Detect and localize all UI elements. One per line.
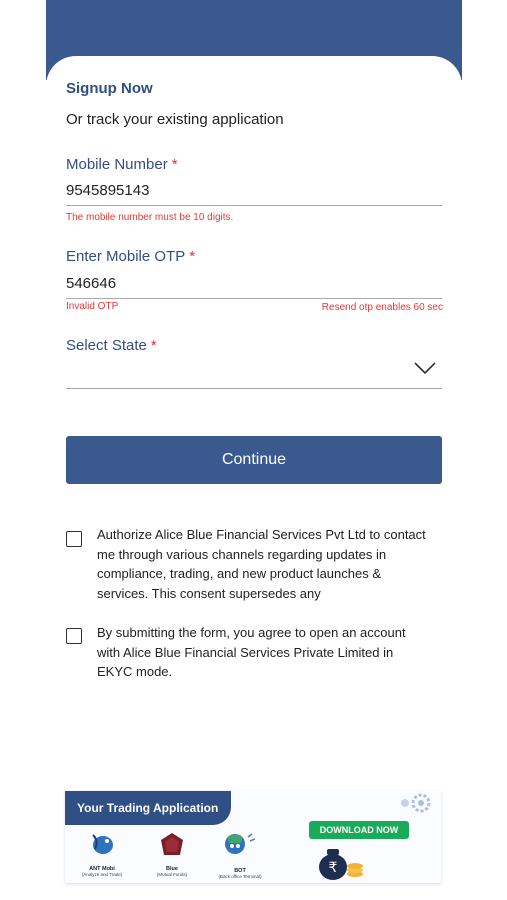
signup-title: Signup Now xyxy=(66,80,153,97)
mobile-number-input[interactable]: 9545895143 xyxy=(66,182,442,206)
banner-title: Your Trading Application xyxy=(65,791,231,825)
required-asterisk: * xyxy=(189,248,196,265)
select-state-label: Select State * xyxy=(66,337,157,354)
continue-button[interactable]: Continue xyxy=(66,436,442,484)
otp-input[interactable]: 546646 xyxy=(66,275,442,299)
otp-label: Enter Mobile OTP * xyxy=(66,248,195,265)
app-blue: Blue (Mutual Funds) xyxy=(137,831,207,877)
mobile-number-label-text: Mobile Number xyxy=(66,156,168,173)
consent-text-ekyc: By submitting the form, you agree to ope… xyxy=(97,625,406,679)
consent-checkbox-ekyc[interactable] xyxy=(66,628,82,644)
mobile-number-error: The mobile number must be 10 digits. xyxy=(66,212,234,223)
chevron-down-icon[interactable] xyxy=(413,360,437,376)
download-now-button[interactable]: DOWNLOAD NOW xyxy=(309,821,409,839)
required-asterisk: * xyxy=(171,156,178,173)
gear-icon xyxy=(401,793,431,813)
app-sub: (Back office Terminal) xyxy=(218,874,262,879)
mobile-number-label: Mobile Number * xyxy=(66,156,178,173)
bot-icon xyxy=(225,833,256,854)
trading-app-banner[interactable]: Your Trading Application ANT Mobi (Analy… xyxy=(65,791,441,883)
app-bot: BOT (Back office Terminal) xyxy=(205,831,275,879)
app-sub: (Analyze and Trade) xyxy=(81,872,123,877)
rupee-symbol: ₹ xyxy=(329,860,338,876)
track-application-link[interactable]: Or track your existing application xyxy=(66,111,284,128)
select-state-label-text: Select State xyxy=(66,337,147,354)
otp-label-text: Enter Mobile OTP xyxy=(66,248,186,265)
consent-text-authorize: Authorize Alice Blue Financial Services … xyxy=(97,527,426,601)
otp-error: Invalid OTP xyxy=(66,301,119,312)
money-bag-icon: ₹ xyxy=(319,849,363,880)
blue-mf-icon xyxy=(161,833,183,855)
ant-mobi-icon xyxy=(92,834,113,854)
app-sub: (Mutual Funds) xyxy=(156,872,188,877)
consent-checkbox-authorize[interactable] xyxy=(66,531,82,547)
required-asterisk: * xyxy=(150,337,157,354)
app-ant-mobi: ANT Mobi (Analyze and Trade) xyxy=(67,831,137,877)
resend-otp-text[interactable]: Resend otp enables 60 sec xyxy=(322,302,443,313)
select-state-dropdown[interactable] xyxy=(66,364,442,389)
